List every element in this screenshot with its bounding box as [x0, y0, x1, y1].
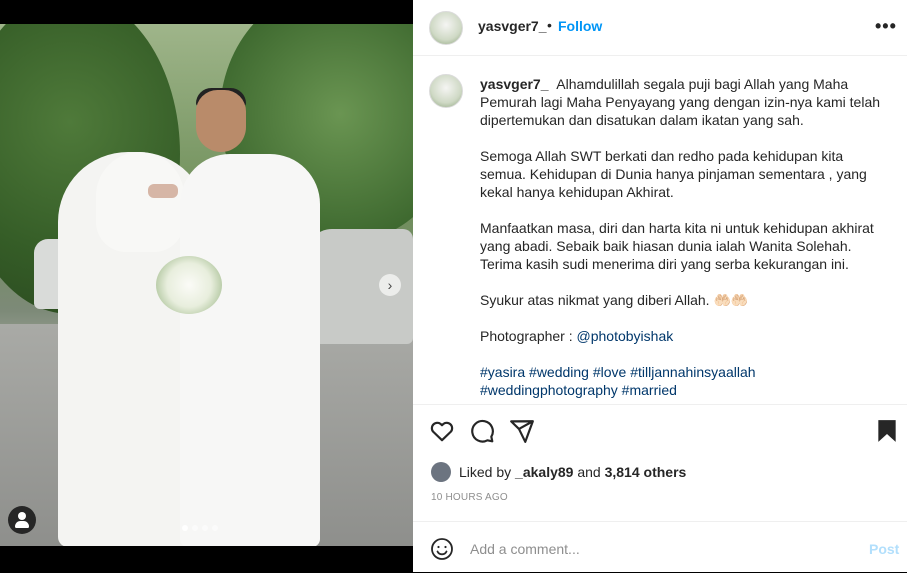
- hashtag-link[interactable]: #tilljannahinsyaallah: [630, 364, 755, 380]
- photo-groom-head: [196, 90, 246, 152]
- post-header: yasvger7_ • Follow •••: [413, 0, 907, 56]
- heart-icon[interactable]: [429, 418, 455, 444]
- share-icon[interactable]: [509, 418, 535, 444]
- action-bar: [413, 404, 907, 457]
- hashtag-link[interactable]: #wedding: [529, 364, 589, 380]
- photo-groom: [180, 154, 320, 546]
- caption-photographer: Photographer : @photobyishak: [480, 327, 890, 345]
- caption-paragraph-2: Semoga Allah SWT berkati dan redho pada …: [480, 148, 867, 200]
- post-timestamp[interactable]: 10 HOURS AGO: [431, 492, 508, 503]
- post-media: ›: [0, 0, 413, 572]
- liked-by-others[interactable]: 3,814 others: [605, 464, 687, 480]
- caption-paragraph-4: Syukur atas nikmat yang diberi Allah. 🤲🏻…: [480, 292, 749, 308]
- header-separator: •: [547, 17, 552, 33]
- caption-username[interactable]: yasvger7_: [480, 76, 549, 92]
- chevron-right-icon[interactable]: ›: [379, 274, 401, 296]
- carousel-dot: [182, 525, 188, 531]
- caption-paragraph-3: Manfaatkan masa, diri dan harta kita ni …: [480, 220, 874, 272]
- photographer-label: Photographer :: [480, 328, 577, 344]
- caption-paragraph-1: yasvger7_ Alhamdulillah segala puji bagi…: [480, 75, 890, 129]
- comment-icon[interactable]: [469, 418, 495, 444]
- comment-bar: Post: [413, 521, 907, 573]
- liked-by-user[interactable]: _akaly89: [515, 464, 573, 480]
- hashtag-link[interactable]: #yasira: [480, 364, 525, 380]
- carousel-dot: [192, 525, 198, 531]
- avatar[interactable]: [431, 462, 451, 482]
- follow-button[interactable]: Follow: [558, 18, 602, 34]
- header-username[interactable]: yasvger7_: [478, 18, 547, 34]
- more-horizontal-icon[interactable]: •••: [875, 16, 897, 37]
- likes-text: Liked by _akaly89 and 3,814 others: [459, 464, 687, 480]
- carousel-indicator: [182, 525, 218, 531]
- avatar[interactable]: [429, 11, 463, 45]
- photo-bouquet: [156, 256, 222, 314]
- post-side-panel: yasvger7_ • Follow ••• yasvger7_ Alhamdu…: [413, 0, 907, 572]
- bookmark-icon[interactable]: [874, 418, 900, 444]
- comment-input[interactable]: [468, 536, 852, 562]
- caption-avatar[interactable]: [429, 74, 463, 108]
- post-comment-button[interactable]: Post: [869, 541, 899, 557]
- carousel-dot: [202, 525, 208, 531]
- post-photo[interactable]: [0, 24, 413, 546]
- hashtag-link[interactable]: #love: [593, 364, 626, 380]
- caption-hashtags: #yasira #wedding #love #tilljannahinsyaa…: [480, 363, 890, 399]
- carousel-dot: [212, 525, 218, 531]
- hashtag-link[interactable]: #married: [622, 382, 677, 398]
- photo-bride-veil: [96, 152, 184, 252]
- post-caption: yasvger7_ Alhamdulillah segala puji bagi…: [480, 75, 890, 417]
- photographer-link[interactable]: @photobyishak: [577, 328, 674, 344]
- likes-summary: Liked by _akaly89 and 3,814 others: [431, 461, 686, 483]
- user-tag-icon[interactable]: [8, 506, 36, 534]
- photo-bride-eyes: [148, 184, 178, 198]
- emoji-icon[interactable]: [430, 537, 453, 560]
- hashtag-link[interactable]: #weddingphotography: [480, 382, 618, 398]
